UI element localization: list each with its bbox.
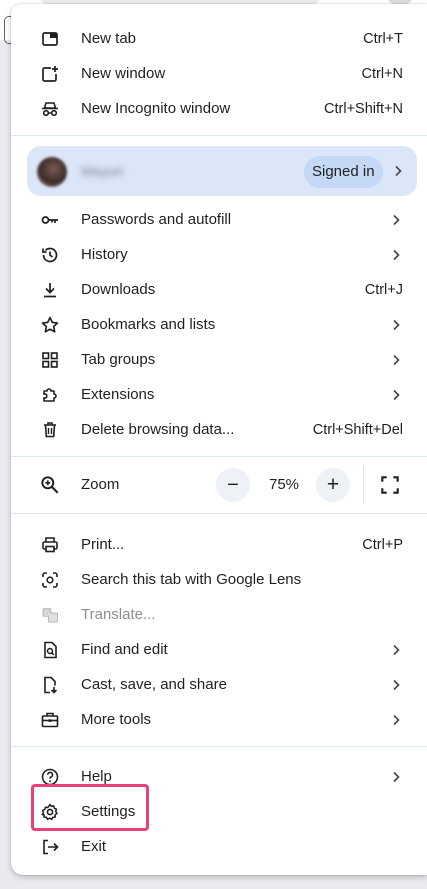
fullscreen-icon[interactable]	[379, 474, 401, 496]
menu-item-shortcut: Ctrl+Shift+N	[324, 100, 403, 117]
menu-item-shortcut: Ctrl+Shift+Del	[312, 421, 403, 438]
menu-item-label: Downloads	[81, 281, 156, 298]
plus-icon: +	[326, 473, 340, 496]
chevron-right-icon	[393, 771, 400, 782]
menu-item-tab-groups[interactable]: Tab groups	[11, 342, 427, 377]
menu-item-label: New Incognito window	[81, 100, 231, 117]
section-app: Help Settings Exit	[11, 747, 427, 864]
chevron-right-icon	[393, 644, 400, 655]
svg-text:G: G	[44, 609, 49, 617]
chevron-right-icon	[393, 214, 400, 225]
key-icon	[39, 209, 61, 231]
new-tab-icon	[39, 28, 61, 50]
zoom-in-button[interactable]: +	[316, 468, 350, 502]
chevron-right-icon	[393, 714, 400, 725]
menu-item-label: More tools	[81, 711, 152, 728]
help-icon	[39, 766, 61, 788]
incognito-icon	[39, 98, 61, 120]
lens-icon	[39, 569, 61, 591]
menu-item-label: Help	[81, 768, 112, 785]
menu-item-print[interactable]: Print... Ctrl+P	[11, 527, 427, 562]
menu-item-label: Print...	[81, 536, 125, 553]
signed-in-badge: Signed in	[304, 156, 383, 188]
zoom-out-button[interactable]: −	[216, 468, 250, 502]
menu-item-shortcut: Ctrl+T	[363, 30, 403, 47]
menu-item-more-tools[interactable]: More tools	[11, 702, 427, 737]
menu-item-downloads[interactable]: Downloads Ctrl+J	[11, 272, 427, 307]
new-window-icon	[39, 63, 61, 85]
menu-item-shortcut: Ctrl+P	[362, 536, 403, 553]
menu-divider	[11, 135, 427, 136]
menu-item-label: Settings	[81, 803, 136, 820]
chevron-right-icon	[393, 389, 400, 400]
zoom-icon	[41, 476, 59, 494]
exit-icon	[39, 836, 61, 858]
zoom-separator	[363, 466, 364, 504]
menu-item-label: Bookmarks and lists	[81, 316, 216, 333]
section-new: New tab Ctrl+T New window Ctrl+N New Inc…	[11, 4, 427, 135]
menu-item-new-tab[interactable]: New tab Ctrl+T	[11, 21, 427, 56]
menu-item-history[interactable]: History	[11, 237, 427, 272]
menu-item-label: Exit	[81, 838, 107, 855]
menu-item-label: History	[81, 246, 128, 263]
menu-item-new-window[interactable]: New window Ctrl+N	[11, 56, 427, 91]
history-icon	[39, 244, 61, 266]
menu-item-google-lens[interactable]: Search this tab with Google Lens	[11, 562, 427, 597]
menu-item-shortcut: Ctrl+N	[361, 65, 404, 82]
chevron-right-icon	[393, 249, 400, 260]
menu-item-settings[interactable]: Settings	[11, 794, 427, 829]
puzzle-icon	[39, 384, 61, 406]
find-icon	[39, 639, 61, 661]
chevron-right-icon	[393, 354, 400, 365]
menu-item-passwords-autofill[interactable]: Passwords and autofill	[11, 202, 427, 237]
chevron-right-icon	[393, 319, 400, 330]
menu-item-label: Extensions	[81, 386, 155, 403]
minus-icon: −	[227, 474, 239, 496]
menu-item-extensions[interactable]: Extensions	[11, 377, 427, 412]
print-icon	[39, 534, 61, 556]
gear-icon	[39, 801, 61, 823]
menu-item-label: Passwords and autofill	[81, 211, 232, 228]
menu-item-delete-browsing-data[interactable]: Delete browsing data... Ctrl+Shift+Del	[11, 412, 427, 447]
chevron-right-icon	[393, 679, 400, 690]
trash-icon	[39, 419, 61, 441]
download-icon	[39, 279, 61, 301]
section-browser-data: Passwords and autofill History Downloads…	[11, 196, 427, 456]
menu-item-label: Delete browsing data...	[81, 421, 235, 438]
menu-item-find-edit[interactable]: Find and edit	[11, 632, 427, 667]
menu-item-translate[interactable]: G Translate...	[11, 597, 427, 632]
chevron-right-icon	[395, 165, 402, 177]
menu-item-shortcut: Ctrl+J	[364, 281, 403, 298]
menu-item-cast-save-share[interactable]: Cast, save, and share	[11, 667, 427, 702]
toolbox-icon	[39, 709, 61, 731]
menu-item-help[interactable]: Help	[11, 759, 427, 794]
chrome-main-menu: New tab Ctrl+T New window Ctrl+N New Inc…	[11, 4, 427, 875]
zoom-row: Zoom − 75% +	[11, 457, 427, 513]
menu-item-exit[interactable]: Exit	[11, 829, 427, 864]
zoom-value: 75%	[269, 476, 300, 493]
cast-save-icon	[39, 674, 61, 696]
menu-item-label: Tab groups	[81, 351, 156, 368]
profile-name: Mayuri	[81, 163, 124, 179]
star-icon	[39, 314, 61, 336]
menu-item-label: Cast, save, and share	[81, 676, 227, 693]
tab-groups-icon	[39, 349, 61, 371]
menu-item-label: New tab	[81, 30, 137, 47]
menu-item-label: Translate...	[81, 606, 156, 623]
menu-item-bookmarks-lists[interactable]: Bookmarks and lists	[11, 307, 427, 342]
avatar	[37, 157, 67, 187]
menu-item-label: Search this tab with Google Lens	[81, 571, 302, 588]
zoom-label: Zoom	[81, 476, 120, 493]
menu-item-new-incognito-window[interactable]: New Incognito window Ctrl+Shift+N	[11, 91, 427, 126]
menu-item-label: New window	[81, 65, 166, 82]
profile-row[interactable]: Mayuri Signed in	[27, 146, 417, 196]
section-page-tools: Print... Ctrl+P Search this tab with Goo…	[11, 514, 427, 746]
menu-item-label: Find and edit	[81, 641, 168, 658]
translate-icon: G	[39, 604, 61, 626]
